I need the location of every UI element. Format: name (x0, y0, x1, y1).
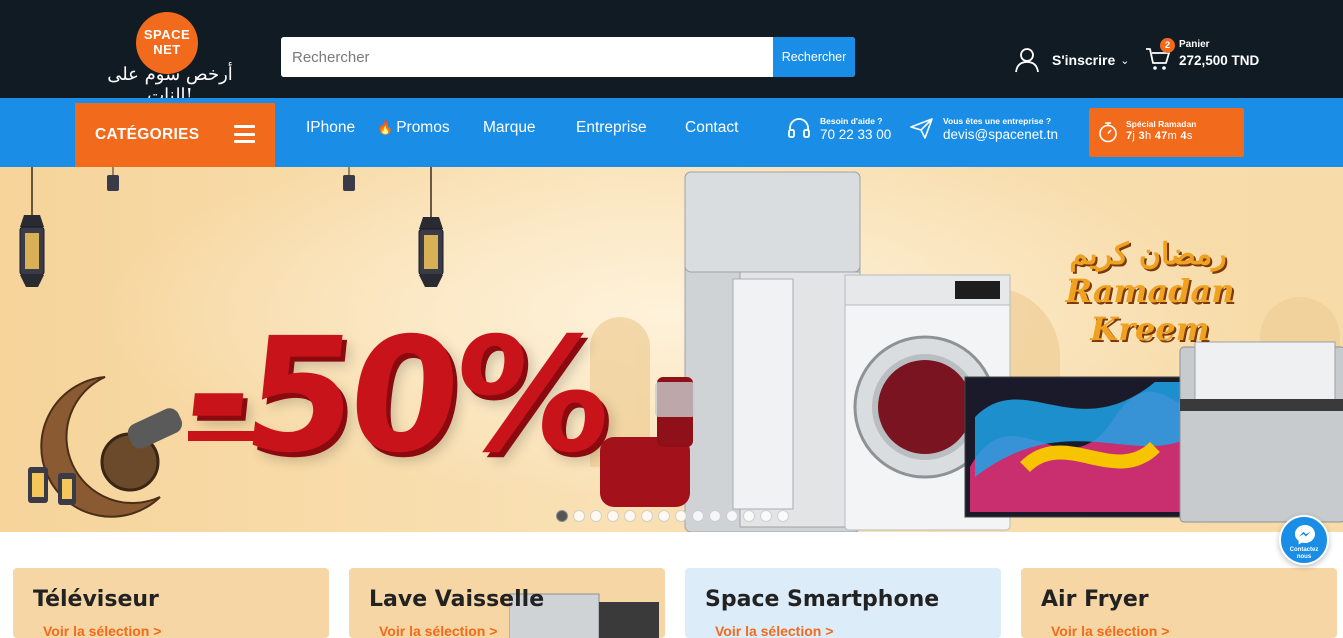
business-caption: Vous êtes une entreprise ? (943, 116, 1052, 126)
discount-badge: -50% (176, 304, 616, 488)
search-input[interactable] (281, 37, 773, 77)
messenger-label: Contactez nous (1281, 547, 1327, 561)
slider-dot[interactable] (760, 510, 772, 522)
main-nav: CATÉGORIES IPhone 🔥 Promos Marque Entrepr… (0, 98, 1343, 167)
appliances-illustration (600, 171, 1343, 532)
logo-line-1: SPACE (143, 27, 191, 42)
chevron-down-icon: ⌄ (1120, 54, 1130, 67)
slider-dot[interactable] (641, 510, 653, 522)
flame-icon: 🔥 (377, 120, 394, 135)
lantern-icon (418, 167, 444, 287)
slider-dot[interactable] (556, 510, 568, 522)
messenger-chat-button[interactable]: Contactez nous (1279, 515, 1329, 565)
slider-dot[interactable] (692, 510, 704, 522)
stopwatch-icon (1099, 122, 1117, 143)
nav-link-entreprise[interactable]: Entreprise (576, 119, 647, 137)
top-header: SPACE NET أرخص سوم على النات! Rechercher… (0, 0, 1343, 106)
crescent-cannon-illustration (28, 376, 183, 518)
ramadan-timer: 7j 3h 47m 4s (1126, 130, 1193, 142)
category-card-televiseur[interactable]: Téléviseur Voir la sélection > (13, 568, 329, 638)
slider-dot[interactable] (777, 510, 789, 522)
cart-total: 272,500 TND (1179, 53, 1260, 68)
slider-dot[interactable] (590, 510, 602, 522)
help-phone-number: 70 22 33 00 (820, 127, 892, 142)
search-button[interactable]: Rechercher (773, 37, 855, 77)
hero-banner[interactable]: -50% رمضان كريم Ramadan Kreem (0, 167, 1343, 532)
slider-dot[interactable] (573, 510, 585, 522)
slider-dot[interactable] (658, 510, 670, 522)
cart-label: Panier (1179, 39, 1210, 50)
nav-link-marque[interactable]: Marque (483, 119, 536, 137)
card-link[interactable]: Voir la sélection > (43, 623, 161, 638)
card-title: Lave Vaisselle (369, 587, 545, 612)
card-link[interactable]: Voir la sélection > (1051, 623, 1169, 638)
logo-line-2: NET (153, 42, 181, 57)
slider-dot[interactable] (624, 510, 636, 522)
nav-link-iphone[interactable]: IPhone (306, 119, 355, 137)
categories-label: CATÉGORIES (95, 126, 200, 143)
lantern-icon (19, 167, 45, 287)
hamburger-icon (234, 125, 255, 143)
category-card-space-smartphone[interactable]: Space Smartphone Voir la sélection > (685, 568, 1001, 638)
slider-dot[interactable] (709, 510, 721, 522)
help-caption: Besoin d'aide ? (820, 116, 883, 126)
search-bar: Rechercher (281, 37, 855, 77)
site-logo[interactable]: SPACE NET أرخص سوم على النات! (90, 8, 250, 106)
lantern-icon (107, 167, 119, 191)
nav-link-contact[interactable]: Contact (685, 119, 738, 137)
timer-hours-unit: h (1144, 130, 1152, 142)
nav-link-promos-label: Promos (396, 119, 450, 136)
user-icon (1015, 48, 1039, 73)
ramadan-countdown[interactable]: Spécial Ramadan 7j 3h 47m 4s (1089, 108, 1244, 157)
business-email: devis@spacenet.tn (943, 127, 1059, 142)
messenger-icon (1295, 525, 1315, 545)
ramadan-arabic-greeting: رمضان كريم (1069, 237, 1227, 272)
cart-button[interactable]: 2 Panier 272,500 TND (1145, 38, 1275, 78)
card-link[interactable]: Voir la sélection > (379, 623, 497, 638)
nav-link-promos[interactable]: 🔥 Promos (377, 119, 450, 137)
category-card-air-fryer[interactable]: Air Fryer Voir la sélection > (1021, 568, 1337, 638)
timer-minutes-unit: m (1167, 130, 1178, 142)
headset-icon (788, 118, 810, 138)
slider-dot[interactable] (675, 510, 687, 522)
lantern-icon (343, 167, 355, 191)
paper-plane-icon (910, 118, 933, 139)
card-link[interactable]: Voir la sélection > (715, 623, 833, 638)
ramadan-title: Spécial Ramadan (1126, 119, 1197, 129)
account-signup[interactable]: S'inscrire ⌄ (1013, 42, 1129, 78)
timer-minutes: 47 (1154, 130, 1168, 142)
card-title: Air Fryer (1041, 587, 1149, 612)
timer-seconds-unit: s (1186, 130, 1193, 142)
slider-dot[interactable] (607, 510, 619, 522)
card-title: Space Smartphone (705, 587, 940, 612)
categories-menu-button[interactable]: CATÉGORIES (75, 103, 275, 167)
account-label: S'inscrire (1052, 52, 1116, 68)
slider-dot[interactable] (726, 510, 738, 522)
timer-days-unit: j (1132, 130, 1136, 142)
slider-dots (556, 510, 789, 522)
card-title: Téléviseur (33, 587, 159, 612)
category-card-lave-vaisselle[interactable]: Lave Vaisselle Voir la sélection > (349, 568, 665, 638)
messenger-label-line-1: Contactez (1289, 547, 1319, 553)
ramadan-latin-greeting: Ramadan Kreem (1065, 272, 1235, 348)
slider-dot[interactable] (743, 510, 755, 522)
messenger-label-line-2: nous (1296, 554, 1312, 560)
cart-count-badge: 2 (1160, 38, 1175, 53)
